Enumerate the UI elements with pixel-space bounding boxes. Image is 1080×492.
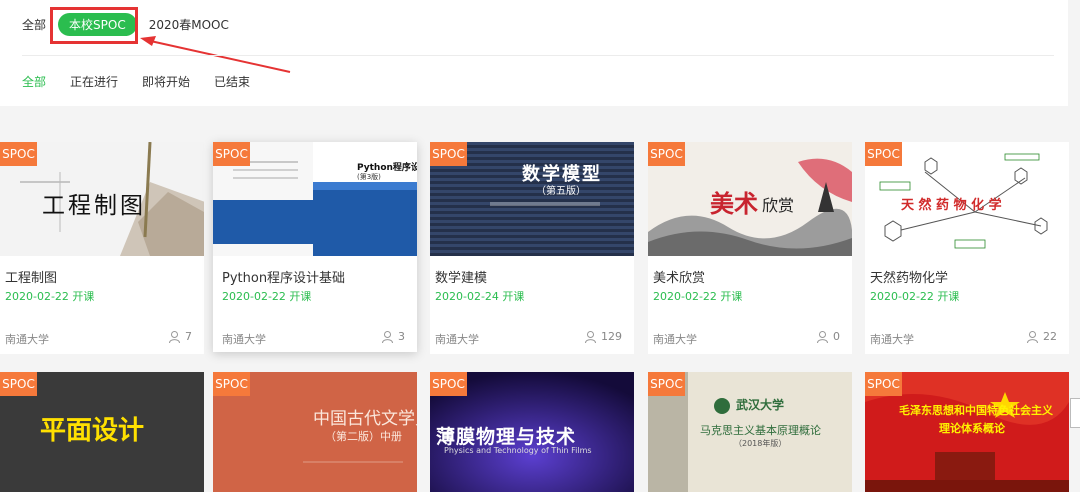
spoc-badge: SPOC: [648, 372, 685, 396]
course-title[interactable]: Python程序设计基础: [222, 267, 345, 286]
side-toolbar[interactable]: [1070, 398, 1080, 428]
course-date: 2020-02-24 开课: [435, 290, 525, 303]
course-card[interactable]: Python程序设计基础 (第3版) SPOC Python程序设计基础 202…: [213, 142, 417, 352]
status-tab-upcoming[interactable]: 即将开始: [142, 73, 190, 90]
course-cover: 工程制图 SPOC: [0, 142, 204, 256]
course-date: 2020-02-22 开课: [222, 290, 312, 303]
course-cover: 天 然 药 物 化 学 SPOC: [865, 142, 1069, 256]
cover-title: 武汉大学: [736, 398, 785, 412]
count-value: 7: [185, 330, 192, 343]
course-title[interactable]: 美术欣赏: [653, 267, 705, 286]
spoc-badge: SPOC: [0, 142, 37, 166]
course-school: 南通大学: [435, 333, 479, 346]
cover-title-a: 美术: [710, 189, 758, 218]
user-icon: [817, 330, 828, 343]
cover-subtitle: （第二版）中册: [325, 430, 402, 443]
filter-all[interactable]: 全部: [22, 16, 46, 33]
course-date: 2020-02-22 开课: [870, 290, 960, 303]
status-tab-ongoing[interactable]: 正在进行: [70, 73, 118, 90]
enrollment-count: 0: [817, 330, 840, 343]
course-card[interactable]: 薄膜物理与技术 Physics and Technology of Thin F…: [430, 372, 634, 492]
course-school: 南通大学: [5, 333, 49, 346]
cover-title: 毛泽东思想和中国特色社会主义: [899, 404, 1053, 417]
divider: [22, 55, 1054, 56]
filter-panel: 全部 本校SPOC 2020春MOOC 全部 正在进行 即将开始 已结束: [0, 0, 1068, 106]
status-tab-ended[interactable]: 已结束: [214, 73, 250, 90]
course-card[interactable]: 数学模型 （第五版） SPOC 数学建模 2020-02-24 开课 南通大学 …: [430, 142, 634, 354]
course-cover: 美术 欣赏 SPOC: [648, 142, 852, 256]
status-tab-all[interactable]: 全部: [22, 73, 46, 90]
count-value: 0: [833, 330, 840, 343]
filter-mooc[interactable]: 2020春MOOC: [149, 16, 229, 33]
user-icon: [382, 330, 393, 343]
course-school: 南通大学: [870, 333, 914, 346]
spoc-badge: SPOC: [865, 142, 902, 166]
cover-subtitle-2: （2018年版）: [734, 439, 787, 448]
spoc-badge: SPOC: [648, 142, 685, 166]
user-icon: [169, 330, 180, 343]
enrollment-count: 3: [382, 330, 405, 343]
course-date: 2020-02-22 开课: [653, 290, 743, 303]
count-value: 22: [1043, 330, 1057, 343]
spoc-badge: SPOC: [213, 372, 250, 396]
course-card[interactable]: 中国古代文学史 （第二版）中册 SPOC: [213, 372, 417, 492]
course-title[interactable]: 天然药物化学: [870, 267, 948, 286]
enrollment-count: 129: [585, 330, 622, 343]
count-value: 129: [601, 330, 622, 343]
user-icon: [585, 330, 596, 343]
course-card[interactable]: 天 然 药 物 化 学 SPOC 天然药物化学 2020-02-22 开课 南通…: [865, 142, 1069, 354]
user-icon: [1027, 330, 1038, 343]
cover-title: 薄膜物理与技术: [436, 426, 577, 448]
cover-subtitle: Physics and Technology of Thin Films: [444, 446, 592, 455]
course-title[interactable]: 数学建模: [435, 267, 487, 286]
course-card[interactable]: 毛泽东思想和中国特色社会主义 理论体系概论 SPOC: [865, 372, 1069, 492]
spoc-badge: SPOC: [213, 142, 250, 166]
course-school: 南通大学: [653, 333, 697, 346]
cover-subtitle: 理论体系概论: [939, 422, 1005, 435]
spoc-badge: SPOC: [0, 372, 37, 396]
count-value: 3: [398, 330, 405, 343]
spoc-badge: SPOC: [430, 142, 467, 166]
enrollment-count: 7: [169, 330, 192, 343]
course-date: 2020-02-22 开课: [5, 290, 95, 303]
status-tabs: 全部 正在进行 即将开始 已结束: [22, 72, 274, 90]
course-title[interactable]: 工程制图: [5, 267, 57, 286]
course-card[interactable]: 平面设计 SPOC: [0, 372, 204, 492]
cover-title: 天 然 药 物 化 学: [901, 198, 1002, 213]
cover-title: 工程制图: [42, 193, 146, 219]
enrollment-count: 22: [1027, 330, 1057, 343]
cover-subtitle: （第五版）: [536, 186, 586, 197]
course-card[interactable]: 美术 欣赏 SPOC 美术欣赏 2020-02-22 开课 南通大学 0: [648, 142, 852, 354]
spoc-badge: SPOC: [865, 372, 902, 396]
cover-title: 中国古代文学史: [313, 409, 417, 429]
cover-title: 平面设计: [40, 416, 145, 446]
annotation-highlight-box: [50, 7, 138, 44]
course-card[interactable]: 工程制图 SPOC 工程制图 2020-02-22 开课 南通大学 7: [0, 142, 204, 354]
course-school: 南通大学: [222, 333, 266, 346]
course-cover: Python程序设计基础 (第3版) SPOC: [213, 142, 417, 256]
course-cover: 数学模型 （第五版） SPOC: [430, 142, 634, 256]
course-card[interactable]: 武汉大学 马克思主义基本原理概论 （2018年版） SPOC: [648, 372, 852, 492]
cover-subtitle: (第3版): [357, 173, 381, 181]
cover-title-b: 欣赏: [762, 196, 795, 215]
cover-subtitle: 马克思主义基本原理概论: [700, 424, 821, 437]
spoc-badge: SPOC: [430, 372, 467, 396]
